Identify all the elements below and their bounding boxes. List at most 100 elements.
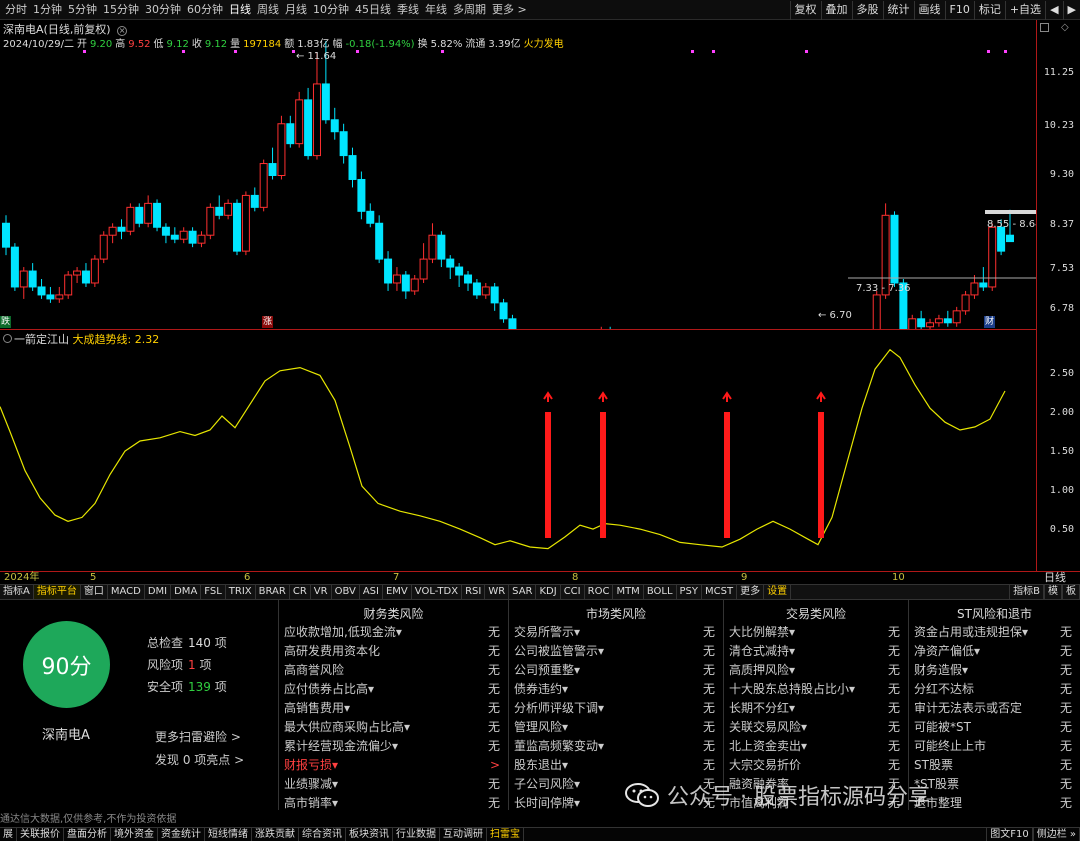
bottom-tab-10[interactable]: 互动调研	[440, 828, 487, 841]
toolbar-button-6[interactable]: 标记	[973, 1, 1005, 20]
risk-row[interactable]: 高质押风险▾ 无	[729, 661, 900, 680]
risk-row[interactable]: 财务造假▾ 无	[914, 661, 1072, 680]
bottom-right-tab-1[interactable]: 侧边栏 »	[1032, 828, 1080, 841]
indicator-chart[interactable]	[0, 330, 1036, 571]
risk-row[interactable]: ST股票 无	[914, 756, 1072, 775]
indicator-tab-25[interactable]: 更多	[737, 585, 765, 599]
indicator-tab-9[interactable]: CR	[290, 585, 311, 599]
candlestick-chart[interactable]: ← 11.64 ← 6.70 7.33 - 7.36 8.55 - 8.64	[0, 20, 1036, 329]
indicator-tab-15[interactable]: RSI	[462, 585, 486, 599]
window-ctrl-icon[interactable]	[1040, 23, 1049, 32]
risk-row[interactable]: 高市销率▾ 无	[284, 794, 500, 813]
toolbar-button-3[interactable]: 统计	[882, 1, 914, 20]
risk-row[interactable]: 公司被监管警示▾ 无	[514, 642, 715, 661]
risk-row[interactable]: 高商誉风险 无	[284, 661, 500, 680]
risk-row[interactable]: 分红不达标 无	[914, 680, 1072, 699]
indicator-tab-3[interactable]: MACD	[108, 585, 145, 599]
risk-row[interactable]: 退市整理无	[914, 794, 1072, 813]
indicator-tab-10[interactable]: VR	[311, 585, 332, 599]
expand-icon[interactable]: ◇	[1061, 22, 1069, 33]
indicator-tab-right-1[interactable]: 模	[1044, 585, 1062, 599]
indicator-tab-12[interactable]: ASI	[360, 585, 383, 599]
indicator-tab-24[interactable]: MCST	[702, 585, 738, 599]
bottom-tab-1[interactable]: 关联报价	[17, 828, 64, 841]
bottom-tab-5[interactable]: 短线情绪	[205, 828, 252, 841]
toolbar-button-8[interactable]: ◀	[1045, 1, 1062, 20]
risk-row[interactable]: 财报亏损▾ >	[284, 756, 500, 775]
risk-row[interactable]: 资金占用或违规担保▾ 无	[914, 623, 1072, 642]
period-tab-7[interactable]: 周线	[254, 0, 282, 20]
period-tab-10[interactable]: 45日线	[352, 0, 394, 20]
toolbar-button-0[interactable]: 复权	[789, 1, 821, 20]
period-tab-2[interactable]: 5分钟	[65, 0, 100, 20]
indicator-tab-26[interactable]: 设置	[764, 585, 792, 599]
risk-row[interactable]: 分析师评级下调▾ 无	[514, 699, 715, 718]
indicator-tab-8[interactable]: BRAR	[256, 585, 290, 599]
bottom-tab-11[interactable]: 扫雷宝	[487, 828, 524, 841]
risk-row[interactable]: 可能被*ST 无	[914, 718, 1072, 737]
toolbar-button-7[interactable]: +自选	[1004, 1, 1045, 20]
risk-row[interactable]: 北上资金卖出▾ 无	[729, 737, 900, 756]
toolbar-button-9[interactable]: ▶	[1062, 1, 1080, 20]
risk-row[interactable]: 审计无法表示或否定 无	[914, 699, 1072, 718]
indicator-tab-4[interactable]: DMI	[145, 585, 172, 599]
period-tab-12[interactable]: 年线	[422, 0, 450, 20]
period-tab-14[interactable]: 更多 >	[489, 0, 530, 20]
period-tab-13[interactable]: 多周期	[450, 0, 489, 20]
period-tab-3[interactable]: 15分钟	[100, 0, 142, 20]
period-tab-1[interactable]: 1分钟	[30, 0, 65, 20]
period-tab-0[interactable]: 分时	[2, 0, 30, 20]
risk-row[interactable]: 公司预重整▾ 无	[514, 661, 715, 680]
indicator-tab-17[interactable]: SAR	[509, 585, 537, 599]
risk-row[interactable]: 长期不分红▾ 无	[729, 699, 900, 718]
bottom-tab-9[interactable]: 行业数据	[393, 828, 440, 841]
risk-row[interactable]: 交易所警示▾ 无	[514, 623, 715, 642]
marker-finance[interactable]: 财	[984, 316, 996, 328]
risk-row[interactable]: 董监高频繁变动▾ 无	[514, 737, 715, 756]
risk-row[interactable]: 应付债券占比高▾ 无	[284, 680, 500, 699]
indicator-tab-16[interactable]: WR	[485, 585, 510, 599]
bottom-tab-8[interactable]: 板块资讯	[346, 828, 393, 841]
indicator-name[interactable]: 一箭定江山	[14, 333, 69, 346]
indicator-tab-5[interactable]: DMA	[171, 585, 202, 599]
concept-tag[interactable]: 火力发电	[524, 39, 564, 50]
bottom-tab-6[interactable]: 涨跌贡献	[252, 828, 299, 841]
indicator-tab-20[interactable]: ROC	[585, 585, 614, 599]
risk-row[interactable]: 业绩骤减▾ 无	[284, 775, 500, 794]
bottom-tab-3[interactable]: 境外资金	[111, 828, 158, 841]
toolbar-button-2[interactable]: 多股	[851, 1, 883, 20]
risk-row[interactable]: 大比例解禁▾ 无	[729, 623, 900, 642]
toolbar-button-1[interactable]: 叠加	[820, 1, 852, 20]
risk-row[interactable]: 债券违约▾ 无	[514, 680, 715, 699]
risk-row[interactable]: 高销售费用▾ 无	[284, 699, 500, 718]
indicator-tab-1[interactable]: 指标平台	[33, 585, 81, 599]
risk-row[interactable]: 大宗交易折价 无	[729, 756, 900, 775]
risk-row[interactable]: 清仓式减持▾ 无	[729, 642, 900, 661]
indicator-tab-13[interactable]: EMV	[383, 585, 412, 599]
bottom-tab-2[interactable]: 盘面分析	[64, 828, 111, 841]
indicator-tab-19[interactable]: CCI	[561, 585, 585, 599]
bottom-tab-7[interactable]: 综合资讯	[299, 828, 346, 841]
indicator-ctrl-icon[interactable]	[3, 334, 12, 343]
indicator-tab-right-2[interactable]: 板	[1062, 585, 1080, 599]
indicator-tab-22[interactable]: BOLL	[644, 585, 677, 599]
marker-up[interactable]: 涨	[262, 316, 274, 328]
indicator-tab-7[interactable]: TRIX	[226, 585, 256, 599]
toolbar-button-4[interactable]: 画线	[913, 1, 945, 20]
highlight-link[interactable]: 发现 0 项亮点 >	[155, 751, 244, 768]
period-tab-8[interactable]: 月线	[282, 0, 310, 20]
toolbar-button-5[interactable]: F10	[944, 1, 974, 20]
risk-row[interactable]: 可能终止上市 无	[914, 737, 1072, 756]
marker-down[interactable]: 跌	[0, 316, 12, 328]
bottom-right-tab-0[interactable]: 图文F10	[986, 828, 1033, 841]
risk-row[interactable]: 十大股东总持股占比小▾ 无	[729, 680, 900, 699]
period-tab-5[interactable]: 60分钟	[184, 0, 226, 20]
indicator-tab-14[interactable]: VOL-TDX	[412, 585, 463, 599]
risk-row[interactable]: 净资产偏低▾ 无	[914, 642, 1072, 661]
period-tab-4[interactable]: 30分钟	[142, 0, 184, 20]
risk-row[interactable]: 关联交易风险▾ 无	[729, 718, 900, 737]
risk-row[interactable]: 管理风险▾ 无	[514, 718, 715, 737]
indicator-tab-11[interactable]: OBV	[332, 585, 360, 599]
indicator-tab-18[interactable]: KDJ	[536, 585, 561, 599]
risk-row[interactable]: 应收款增加,低现金流▾ 无	[284, 623, 500, 642]
